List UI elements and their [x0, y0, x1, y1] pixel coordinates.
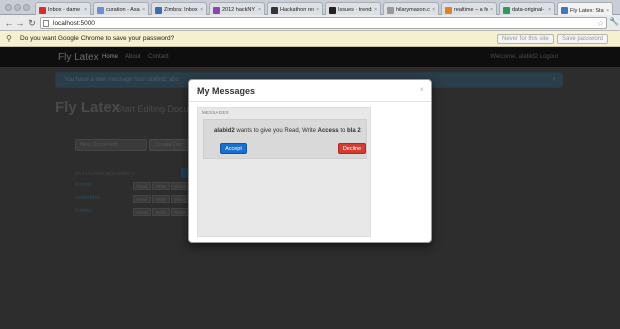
permission-button[interactable]: Write	[152, 195, 170, 203]
document-link[interactable]: firstdoc	[75, 208, 93, 214]
close-window-icon[interactable]	[5, 4, 12, 11]
browser-tab-strip: Inbox - dame × curation - Asa × Zimbra: Inbo…	[0, 0, 620, 16]
message-item: alabid2 wants to give you Read, Write Ac…	[203, 119, 367, 159]
page-icon	[43, 20, 49, 27]
decline-button[interactable]: Decline	[338, 143, 366, 154]
favicon-icon	[503, 6, 510, 14]
browser-tab[interactable]: curation - Asa ×	[93, 2, 149, 15]
permission-button[interactable]: Share	[171, 195, 189, 203]
browser-tab[interactable]: 2012 hackNY S×	[209, 2, 265, 15]
favicon-icon	[561, 7, 568, 14]
tab-close-icon[interactable]: ×	[142, 7, 145, 13]
modal-close-icon[interactable]: ×	[419, 85, 424, 94]
zoom-window-icon[interactable]	[23, 4, 30, 11]
modal-title: My Messages	[197, 86, 256, 96]
document-row: asdasfdsa Read Write Share	[75, 195, 189, 204]
browser-tab[interactable]: Issues · trends ×	[325, 2, 381, 15]
tab-title: Inbox - dame	[48, 7, 81, 13]
message-body-2: to	[340, 128, 346, 134]
favicon-icon	[39, 6, 46, 14]
permission-button[interactable]: Write	[152, 208, 170, 216]
bookmark-star-icon[interactable]: ☆	[597, 18, 604, 29]
favicon-icon	[271, 6, 278, 14]
tab-title: Fly Latex: Star	[570, 7, 605, 14]
document-link[interactable]: asdasfdsa	[75, 195, 100, 201]
tab-close-icon[interactable]: ×	[432, 7, 435, 13]
browser-tab[interactable]: Fly Latex: Star ×	[557, 2, 613, 16]
tab-title: hilarymason.co	[396, 7, 431, 13]
permission-button[interactable]: Write	[152, 182, 170, 190]
address-bar[interactable]: localhost:5000 ☆	[40, 17, 607, 29]
save-password-button[interactable]: Save password	[557, 34, 609, 44]
browser-tab[interactable]: Hackathon res ×	[267, 2, 323, 15]
tab-title: realtime – a fe	[454, 7, 489, 13]
browser-tab[interactable]: Zimbra: Inbox ×	[151, 2, 207, 15]
tab-title: Zimbra: Inbox	[164, 7, 198, 13]
browser-tab[interactable]: data-original- ×	[499, 2, 555, 15]
permission-button[interactable]: Read	[133, 208, 151, 216]
url-text: localhost:5000	[53, 20, 95, 27]
welcome-text: Welcome, alabid2 Logout	[490, 54, 558, 60]
tab-close-icon[interactable]: ×	[84, 7, 87, 13]
nav-contact[interactable]: Contact	[148, 54, 169, 60]
favicon-icon	[329, 6, 336, 14]
messages-modal: My Messages × MESSAGES alabid2 wants to …	[188, 79, 432, 243]
app-navbar: Fly Latex Home About Contact Welcome, al…	[0, 47, 620, 67]
alert-text: You have a new message from alabid2 abo	[64, 77, 179, 83]
forward-arrow-icon[interactable]: →	[14, 17, 26, 29]
never-for-this-site-button[interactable]: Never for this site	[497, 34, 554, 44]
alert-close-icon[interactable]: ×	[552, 77, 556, 83]
favicon-icon	[213, 6, 220, 14]
permission-button[interactable]: Share	[171, 182, 189, 190]
accept-button[interactable]: Accept	[220, 143, 247, 154]
favicon-icon	[97, 6, 104, 14]
tab-close-icon[interactable]: ×	[548, 7, 551, 13]
document-row: firstdoc Read Write Share	[75, 208, 189, 217]
browser-toolbar: ← → ↻ localhost:5000 ☆ 🔧	[0, 15, 620, 31]
infobar-message: Do you want Google Chrome to save your p…	[20, 35, 175, 42]
reload-icon[interactable]: ↻	[26, 17, 38, 29]
favicon-icon	[387, 6, 394, 14]
tab-title: curation - Asa	[106, 7, 140, 13]
permission-button[interactable]: Share	[171, 208, 189, 216]
new-document-input[interactable]: New Document	[75, 139, 147, 151]
wrench-menu-icon[interactable]: 🔧	[609, 17, 619, 26]
tab-title: 2012 hackNY S	[222, 7, 256, 13]
app-brand[interactable]: Fly Latex	[58, 52, 99, 63]
tab-close-icon[interactable]: ×	[200, 7, 203, 13]
message-body-1: wants to give you Read, Write	[236, 128, 316, 134]
messages-panel: MESSAGES alabid2 wants to give you Read,…	[197, 107, 371, 237]
browser-tab[interactable]: Inbox - dame ×	[35, 2, 91, 15]
tab-close-icon[interactable]: ×	[490, 7, 493, 13]
save-password-infobar: ⚲ Do you want Google Chrome to save your…	[0, 31, 620, 47]
browser-tab[interactable]: realtime – a fe ×	[441, 2, 497, 15]
tab-title: data-original-	[512, 7, 545, 13]
message-sender: alabid2	[214, 128, 235, 134]
create-doc-button[interactable]: Create Doc	[149, 139, 189, 151]
message-text: alabid2 wants to give you Read, Write Ac…	[214, 128, 361, 134]
tab-title: Hackathon res	[280, 7, 315, 13]
nav-home[interactable]: Home	[102, 54, 118, 60]
messages-section-label: MESSAGES	[202, 110, 229, 115]
message-access: Access	[317, 128, 339, 134]
browser-tab[interactable]: hilarymason.co ×	[383, 2, 439, 15]
message-document: bla 2	[347, 128, 361, 134]
permission-button[interactable]: Read	[133, 195, 151, 203]
tab-close-icon[interactable]: ×	[258, 7, 261, 13]
key-icon: ⚲	[6, 34, 12, 43]
tab-close-icon[interactable]: ×	[316, 7, 319, 13]
favicon-icon	[155, 6, 162, 14]
tab-close-icon[interactable]: ×	[606, 8, 609, 14]
tab-title: Issues · trends	[338, 7, 373, 13]
permission-button[interactable]: Read	[133, 182, 151, 190]
documents-heading: MY FLYLATEX DOCUMENTS	[75, 171, 136, 176]
tab-close-icon[interactable]: ×	[374, 7, 377, 13]
minimize-window-icon[interactable]	[14, 4, 21, 11]
page-title: Fly Latex	[55, 99, 121, 116]
favicon-icon	[445, 6, 452, 14]
document-row: testing Read Write Share	[75, 182, 189, 191]
document-link[interactable]: testing	[75, 182, 91, 188]
modal-header: My Messages ×	[189, 80, 431, 102]
nav-about[interactable]: About	[125, 54, 141, 60]
